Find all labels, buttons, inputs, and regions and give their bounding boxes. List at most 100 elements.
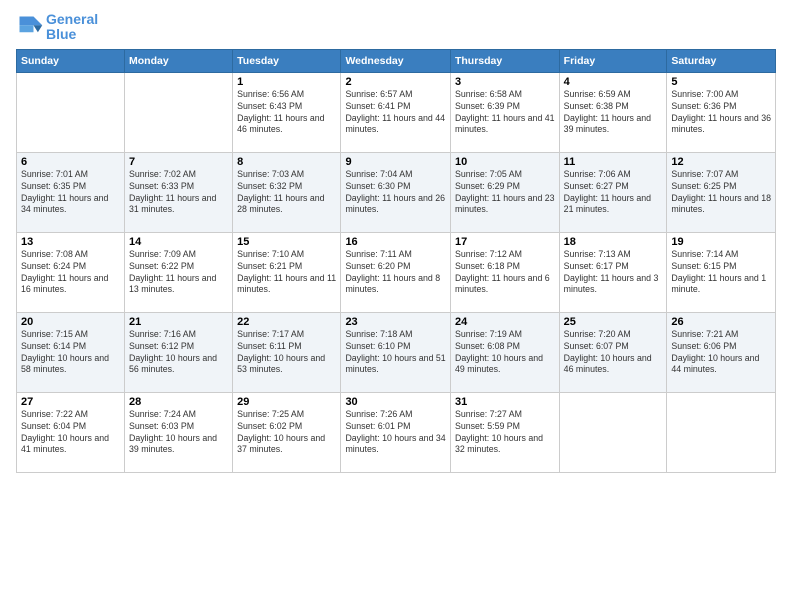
day-number: 29 — [237, 396, 336, 408]
day-number: 25 — [564, 316, 663, 328]
calendar-cell: 10Sunrise: 7:05 AMSunset: 6:29 PMDayligh… — [450, 152, 559, 232]
cell-info: Sunrise: 7:03 AMSunset: 6:32 PMDaylight:… — [237, 169, 336, 217]
cell-info: Sunrise: 7:21 AMSunset: 6:06 PMDaylight:… — [671, 329, 771, 377]
cell-info: Sunrise: 6:57 AMSunset: 6:41 PMDaylight:… — [345, 89, 446, 137]
calendar-cell: 11Sunrise: 7:06 AMSunset: 6:27 PMDayligh… — [559, 152, 667, 232]
calendar-header-saturday: Saturday — [667, 49, 776, 72]
day-number: 4 — [564, 76, 663, 88]
cell-info: Sunrise: 6:56 AMSunset: 6:43 PMDaylight:… — [237, 89, 336, 137]
calendar-cell: 9Sunrise: 7:04 AMSunset: 6:30 PMDaylight… — [341, 152, 451, 232]
cell-info: Sunrise: 6:58 AMSunset: 6:39 PMDaylight:… — [455, 89, 555, 137]
cell-info: Sunrise: 7:26 AMSunset: 6:01 PMDaylight:… — [345, 409, 446, 457]
calendar-cell: 2Sunrise: 6:57 AMSunset: 6:41 PMDaylight… — [341, 72, 451, 152]
calendar-header-tuesday: Tuesday — [233, 49, 341, 72]
day-number: 14 — [129, 236, 228, 248]
calendar-header-row: SundayMondayTuesdayWednesdayThursdayFrid… — [17, 49, 776, 72]
cell-info: Sunrise: 7:16 AMSunset: 6:12 PMDaylight:… — [129, 329, 228, 377]
logo-text: General Blue — [46, 12, 98, 43]
calendar-cell: 17Sunrise: 7:12 AMSunset: 6:18 PMDayligh… — [450, 232, 559, 312]
calendar-cell: 1Sunrise: 6:56 AMSunset: 6:43 PMDaylight… — [233, 72, 341, 152]
day-number: 16 — [345, 236, 446, 248]
calendar-cell: 23Sunrise: 7:18 AMSunset: 6:10 PMDayligh… — [341, 312, 451, 392]
cell-info: Sunrise: 7:09 AMSunset: 6:22 PMDaylight:… — [129, 249, 228, 297]
day-number: 20 — [21, 316, 120, 328]
calendar-cell: 4Sunrise: 6:59 AMSunset: 6:38 PMDaylight… — [559, 72, 667, 152]
calendar-header-friday: Friday — [559, 49, 667, 72]
day-number: 21 — [129, 316, 228, 328]
calendar-header-sunday: Sunday — [17, 49, 125, 72]
calendar-cell: 24Sunrise: 7:19 AMSunset: 6:08 PMDayligh… — [450, 312, 559, 392]
calendar-header-thursday: Thursday — [450, 49, 559, 72]
cell-info: Sunrise: 7:07 AMSunset: 6:25 PMDaylight:… — [671, 169, 771, 217]
cell-info: Sunrise: 7:10 AMSunset: 6:21 PMDaylight:… — [237, 249, 336, 297]
cell-info: Sunrise: 7:00 AMSunset: 6:36 PMDaylight:… — [671, 89, 771, 137]
calendar-cell: 28Sunrise: 7:24 AMSunset: 6:03 PMDayligh… — [125, 392, 233, 472]
calendar-cell: 26Sunrise: 7:21 AMSunset: 6:06 PMDayligh… — [667, 312, 776, 392]
day-number: 6 — [21, 156, 120, 168]
day-number: 27 — [21, 396, 120, 408]
calendar-cell: 31Sunrise: 7:27 AMSunset: 5:59 PMDayligh… — [450, 392, 559, 472]
cell-info: Sunrise: 7:12 AMSunset: 6:18 PMDaylight:… — [455, 249, 555, 297]
logo-icon — [16, 13, 44, 41]
calendar-cell: 12Sunrise: 7:07 AMSunset: 6:25 PMDayligh… — [667, 152, 776, 232]
cell-info: Sunrise: 7:14 AMSunset: 6:15 PMDaylight:… — [671, 249, 771, 297]
cell-info: Sunrise: 7:15 AMSunset: 6:14 PMDaylight:… — [21, 329, 120, 377]
day-number: 3 — [455, 76, 555, 88]
day-number: 9 — [345, 156, 446, 168]
calendar-cell: 5Sunrise: 7:00 AMSunset: 6:36 PMDaylight… — [667, 72, 776, 152]
cell-info: Sunrise: 7:01 AMSunset: 6:35 PMDaylight:… — [21, 169, 120, 217]
calendar-week-4: 27Sunrise: 7:22 AMSunset: 6:04 PMDayligh… — [17, 392, 776, 472]
cell-info: Sunrise: 7:13 AMSunset: 6:17 PMDaylight:… — [564, 249, 663, 297]
cell-info: Sunrise: 7:20 AMSunset: 6:07 PMDaylight:… — [564, 329, 663, 377]
cell-info: Sunrise: 7:18 AMSunset: 6:10 PMDaylight:… — [345, 329, 446, 377]
calendar-cell: 27Sunrise: 7:22 AMSunset: 6:04 PMDayligh… — [17, 392, 125, 472]
cell-info: Sunrise: 7:11 AMSunset: 6:20 PMDaylight:… — [345, 249, 446, 297]
calendar-week-3: 20Sunrise: 7:15 AMSunset: 6:14 PMDayligh… — [17, 312, 776, 392]
calendar-cell: 16Sunrise: 7:11 AMSunset: 6:20 PMDayligh… — [341, 232, 451, 312]
calendar-cell: 19Sunrise: 7:14 AMSunset: 6:15 PMDayligh… — [667, 232, 776, 312]
day-number: 10 — [455, 156, 555, 168]
calendar-cell: 30Sunrise: 7:26 AMSunset: 6:01 PMDayligh… — [341, 392, 451, 472]
day-number: 26 — [671, 316, 771, 328]
cell-info: Sunrise: 7:05 AMSunset: 6:29 PMDaylight:… — [455, 169, 555, 217]
calendar-cell: 22Sunrise: 7:17 AMSunset: 6:11 PMDayligh… — [233, 312, 341, 392]
cell-info: Sunrise: 7:22 AMSunset: 6:04 PMDaylight:… — [21, 409, 120, 457]
cell-info: Sunrise: 7:04 AMSunset: 6:30 PMDaylight:… — [345, 169, 446, 217]
calendar-cell: 20Sunrise: 7:15 AMSunset: 6:14 PMDayligh… — [17, 312, 125, 392]
calendar-cell — [125, 72, 233, 152]
day-number: 8 — [237, 156, 336, 168]
calendar-cell: 8Sunrise: 7:03 AMSunset: 6:32 PMDaylight… — [233, 152, 341, 232]
calendar-header-wednesday: Wednesday — [341, 49, 451, 72]
calendar-week-2: 13Sunrise: 7:08 AMSunset: 6:24 PMDayligh… — [17, 232, 776, 312]
header: General Blue — [16, 12, 776, 43]
cell-info: Sunrise: 7:17 AMSunset: 6:11 PMDaylight:… — [237, 329, 336, 377]
calendar-cell: 14Sunrise: 7:09 AMSunset: 6:22 PMDayligh… — [125, 232, 233, 312]
calendar-cell: 29Sunrise: 7:25 AMSunset: 6:02 PMDayligh… — [233, 392, 341, 472]
cell-info: Sunrise: 6:59 AMSunset: 6:38 PMDaylight:… — [564, 89, 663, 137]
calendar-cell: 3Sunrise: 6:58 AMSunset: 6:39 PMDaylight… — [450, 72, 559, 152]
cell-info: Sunrise: 7:06 AMSunset: 6:27 PMDaylight:… — [564, 169, 663, 217]
cell-info: Sunrise: 7:19 AMSunset: 6:08 PMDaylight:… — [455, 329, 555, 377]
calendar-cell: 15Sunrise: 7:10 AMSunset: 6:21 PMDayligh… — [233, 232, 341, 312]
calendar-week-1: 6Sunrise: 7:01 AMSunset: 6:35 PMDaylight… — [17, 152, 776, 232]
day-number: 2 — [345, 76, 446, 88]
cell-info: Sunrise: 7:25 AMSunset: 6:02 PMDaylight:… — [237, 409, 336, 457]
calendar-cell: 21Sunrise: 7:16 AMSunset: 6:12 PMDayligh… — [125, 312, 233, 392]
day-number: 11 — [564, 156, 663, 168]
calendar-cell — [559, 392, 667, 472]
day-number: 13 — [21, 236, 120, 248]
day-number: 12 — [671, 156, 771, 168]
calendar-week-0: 1Sunrise: 6:56 AMSunset: 6:43 PMDaylight… — [17, 72, 776, 152]
cell-info: Sunrise: 7:27 AMSunset: 5:59 PMDaylight:… — [455, 409, 555, 457]
day-number: 1 — [237, 76, 336, 88]
day-number: 28 — [129, 396, 228, 408]
logo: General Blue — [16, 12, 98, 43]
page: General Blue SundayMondayTuesdayWednesda… — [0, 0, 792, 612]
cell-info: Sunrise: 7:24 AMSunset: 6:03 PMDaylight:… — [129, 409, 228, 457]
day-number: 5 — [671, 76, 771, 88]
day-number: 30 — [345, 396, 446, 408]
calendar-cell: 13Sunrise: 7:08 AMSunset: 6:24 PMDayligh… — [17, 232, 125, 312]
day-number: 7 — [129, 156, 228, 168]
day-number: 17 — [455, 236, 555, 248]
day-number: 22 — [237, 316, 336, 328]
